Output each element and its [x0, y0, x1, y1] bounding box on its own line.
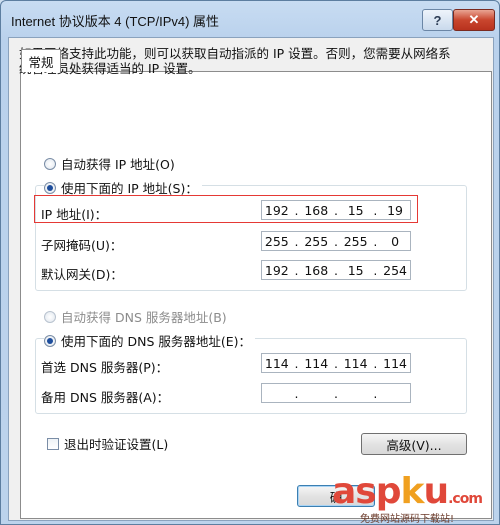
preferred-dns-input[interactable]: 114. 114. 114. 114 — [261, 353, 411, 373]
watermark-tagline: 免费网站源码下载站! — [360, 514, 455, 525]
octet: 255 — [264, 233, 289, 249]
validate-on-exit-option[interactable]: 退出时验证设置(L) — [47, 434, 168, 453]
validate-on-exit-label: 退出时验证设置(L) — [64, 437, 169, 452]
manual-dns-label: 使用下面的 DNS 服务器地址(E)： — [61, 334, 252, 349]
manual-ip-radio[interactable] — [44, 181, 56, 194]
watermark-u: u — [423, 471, 449, 512]
alternate-dns-row: 备用 DNS 服务器(A)： — [41, 387, 169, 406]
octet: 114 — [264, 355, 289, 371]
window-title: Internet 协议版本 4 (TCP/IPv4) 属性 — [11, 14, 220, 29]
octet: 114 — [383, 355, 407, 371]
octet: 192 — [264, 262, 289, 278]
gateway-row: 默认网关(D)： — [41, 264, 123, 283]
subnet-mask-input[interactable]: 255. 255. 255. 0 — [261, 231, 411, 251]
octet: 255 — [343, 233, 368, 249]
octet: 255 — [304, 233, 329, 249]
alternate-dns-label: 备用 DNS 服务器(A)： — [41, 390, 170, 405]
octet: 114 — [343, 355, 368, 371]
advanced-button[interactable]: 高级(V)... — [361, 433, 467, 455]
octet: 168 — [304, 262, 329, 278]
watermark-asp: asp — [332, 471, 401, 512]
close-button[interactable]: ✕ — [453, 9, 495, 31]
octet: 114 — [304, 355, 329, 371]
gateway-input[interactable]: 192. 168. 15. 254 — [261, 260, 411, 280]
tab-general[interactable]: 常规 — [21, 49, 61, 72]
auto-dns-radio[interactable] — [44, 310, 56, 323]
preferred-dns-label: 首选 DNS 服务器(P)： — [41, 360, 169, 375]
preferred-dns-row: 首选 DNS 服务器(P)： — [41, 357, 168, 376]
title-bar[interactable]: Internet 协议版本 4 (TCP/IPv4) 属性 ? ✕ — [1, 1, 499, 37]
description-text: 如果网络支持此功能，则可以获取自动指派的 IP 设置。否则，您需要从网络系统管理… — [19, 46, 451, 76]
alternate-dns-input[interactable]: . . . — [261, 383, 411, 403]
octet: 0 — [391, 233, 400, 249]
gateway-label: 默认网关(D)： — [41, 267, 123, 282]
auto-ip-label: 自动获得 IP 地址(O) — [61, 157, 175, 172]
ip-address-highlight — [34, 195, 418, 223]
auto-ip-radio[interactable] — [44, 157, 56, 170]
manual-dns-option[interactable]: 使用下面的 DNS 服务器地址(E)： — [44, 331, 256, 350]
watermark-k: k — [400, 471, 425, 512]
watermark-logo: aspku.com 免费网站源码下载站! — [332, 469, 500, 525]
auto-ip-option[interactable]: 自动获得 IP 地址(O) — [44, 154, 175, 173]
auto-dns-label: 自动获得 DNS 服务器地址(B) — [61, 310, 227, 325]
octet: 254 — [383, 262, 407, 278]
dialog-window: Internet 协议版本 4 (TCP/IPv4) 属性 ? ✕ 常规 如果网… — [0, 0, 500, 525]
subnet-mask-label: 子网掩码(U)： — [41, 238, 123, 253]
watermark-suffix: .com — [448, 491, 483, 507]
help-button[interactable]: ? — [422, 9, 453, 31]
manual-dns-radio[interactable] — [44, 334, 56, 347]
subnet-mask-row: 子网掩码(U)： — [41, 235, 122, 254]
watermark-logo-text: aspku.com — [332, 471, 483, 512]
validate-on-exit-checkbox[interactable] — [47, 437, 59, 450]
octet: 15 — [347, 262, 364, 278]
auto-dns-option[interactable]: 自动获得 DNS 服务器地址(B) — [44, 307, 227, 326]
